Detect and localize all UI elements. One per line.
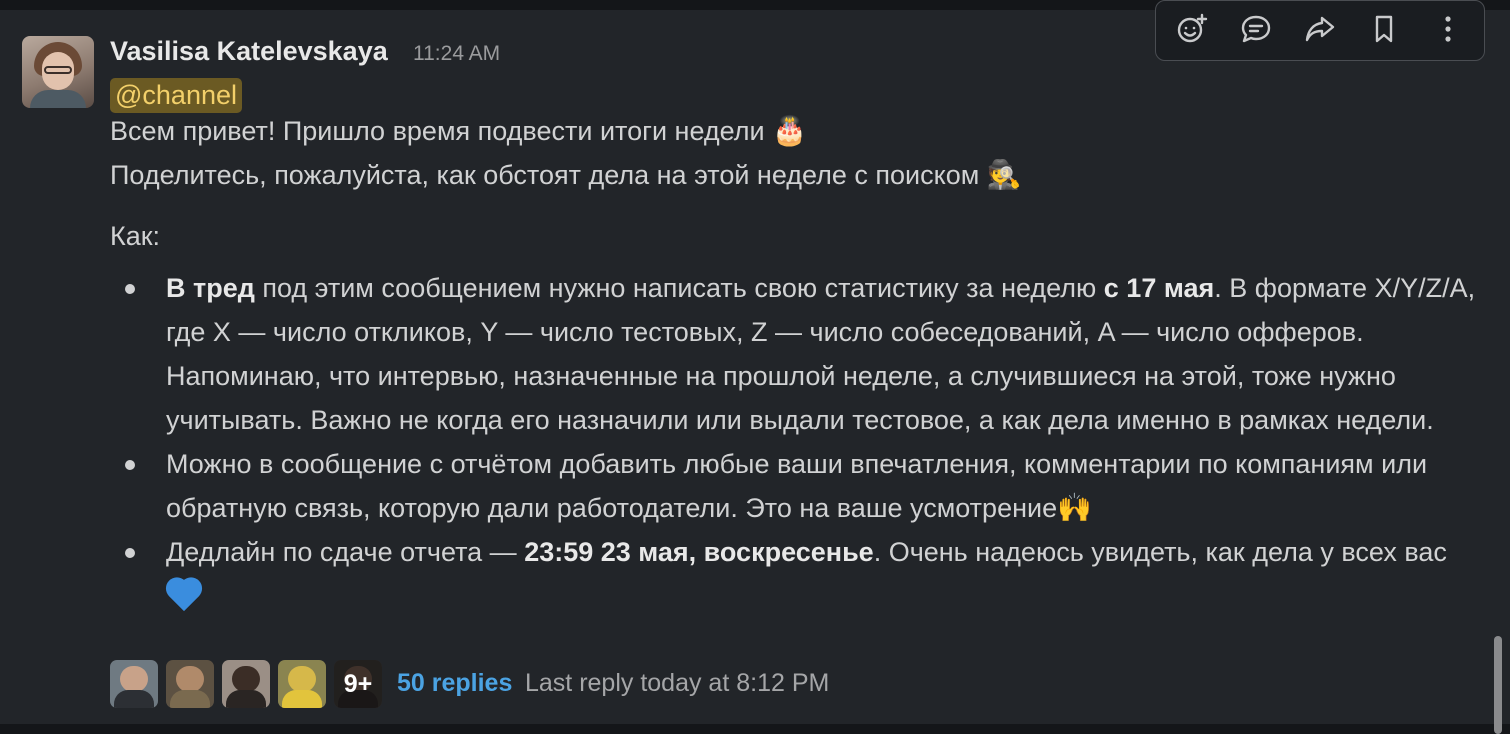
add-reaction-icon[interactable]: [1170, 7, 1214, 51]
bottom-divider: [0, 724, 1510, 734]
message-timestamp[interactable]: 11:24 AM: [413, 42, 500, 66]
more-actions-icon[interactable]: [1426, 7, 1470, 51]
thread-replies-link[interactable]: 50 replies: [397, 669, 512, 698]
participant-avatar[interactable]: [166, 660, 214, 708]
item-text: под этим сообщением нужно написать свою …: [254, 273, 1104, 303]
item-text: Можно в сообщение с отчётом добавить люб…: [166, 449, 1428, 523]
message-line-2: Поделитесь, пожалуйста, как обстоят дела…: [110, 157, 1022, 193]
participant-avatar[interactable]: [110, 660, 158, 708]
participant-avatar[interactable]: [222, 660, 270, 708]
item-text: . Очень надеюсь увидеть, как дела у всех…: [873, 537, 1447, 567]
list-item: В тред под этим сообщением нужно написат…: [110, 266, 1490, 442]
bold-text: с 17 мая: [1103, 273, 1215, 303]
message-container[interactable]: Vasilisa Katelevskaya 11:24 AM @channel …: [0, 0, 1510, 724]
bold-text: В тред: [166, 273, 255, 303]
participant-avatar[interactable]: 9+: [334, 660, 382, 708]
instructions-list: В тред под этим сообщением нужно написат…: [110, 266, 1490, 618]
list-item: Дедлайн по сдаче отчета — 23:59 23 мая, …: [110, 530, 1490, 618]
message-actions-toolbar: [1155, 0, 1485, 61]
blue-heart-emoji: [166, 575, 206, 613]
how-label: Как:: [110, 221, 161, 251]
list-item: Можно в сообщение с отчётом добавить люб…: [110, 442, 1490, 530]
line-2-text: Поделитесь, пожалуйста, как обстоят дела…: [110, 160, 980, 190]
scrollbar[interactable]: [1494, 636, 1502, 734]
channel-mention[interactable]: @channel: [110, 78, 242, 113]
sender-avatar[interactable]: [22, 36, 94, 108]
last-reply-time: Last reply today at 8:12 PM: [525, 669, 830, 697]
raised-hands-emoji: 🙌: [1057, 491, 1092, 524]
reply-in-thread-icon[interactable]: [1234, 7, 1278, 51]
bookmark-icon[interactable]: [1362, 7, 1406, 51]
detective-emoji: 🕵️: [986, 158, 1022, 191]
line-1-text: Всем привет! Пришло время подвести итоги…: [110, 116, 765, 146]
participant-avatar[interactable]: [278, 660, 326, 708]
more-participants-count: 9+: [334, 660, 382, 708]
bold-text: 23:59 23 мая, воскресенье: [524, 537, 874, 567]
sender-name[interactable]: Vasilisa Katelevskaya: [110, 36, 388, 67]
share-icon[interactable]: [1298, 7, 1342, 51]
item-text: Дедлайн по сдаче отчета —: [166, 537, 525, 567]
cake-emoji: 🎂: [772, 114, 807, 147]
message-line-1: Всем привет! Пришло время подвести итоги…: [110, 113, 807, 149]
